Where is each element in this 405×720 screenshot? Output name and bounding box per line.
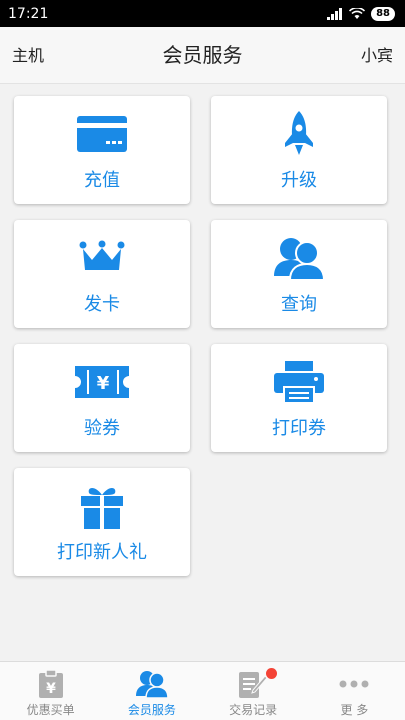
tile-print-coupon[interactable]: 打印券 [211, 344, 387, 452]
header-right-label[interactable]: 小宾 [361, 27, 393, 84]
tile-label: 打印券 [272, 418, 326, 439]
svg-text:¥: ¥ [46, 681, 56, 697]
tile-upgrade[interactable]: 升级 [211, 96, 387, 204]
battery-indicator: 88 [371, 6, 395, 21]
tab-transaction-records[interactable]: 交易记录 [203, 662, 304, 720]
page-title: 会员服务 [162, 43, 243, 67]
tab-discount-checkout[interactable]: ¥ 优惠买单 [0, 662, 101, 720]
signal-icon [327, 7, 343, 20]
tile-print-newcomer-gift[interactable]: 打印新人礼 [14, 468, 190, 576]
status-icons: 88 [327, 6, 395, 21]
tile-label: 升级 [281, 170, 317, 191]
tile-label: 打印新人礼 [57, 542, 147, 563]
card-icon [77, 116, 127, 152]
tile-query[interactable]: 查询 [211, 220, 387, 328]
wifi-icon [349, 7, 366, 19]
crown-icon [79, 240, 125, 270]
tile-label: 验券 [84, 418, 120, 439]
tile-verify-coupon[interactable]: ¥ 验券 [14, 344, 190, 452]
tile-issue-card[interactable]: 发卡 [14, 220, 190, 328]
tile-label: 查询 [281, 294, 317, 315]
tab-label: 交易记录 [229, 703, 278, 717]
edit-doc-icon [239, 672, 268, 698]
service-grid: 充值 升级 发卡 查询 ¥ 验券 打印券 打印新人礼 [0, 84, 405, 661]
receipt-icon: ¥ [38, 670, 63, 698]
header-bar: 主机 会员服务 小宾 [0, 27, 405, 84]
members-icon [135, 671, 168, 698]
bottom-tab-bar: ¥ 优惠买单 会员服务 交易记录 更 多 [0, 661, 405, 720]
svg-text:¥: ¥ [97, 373, 110, 394]
printer-icon [274, 361, 324, 403]
tile-recharge[interactable]: 充值 [14, 96, 190, 204]
tile-label: 充值 [84, 170, 120, 191]
tab-label: 会员服务 [127, 703, 176, 717]
tab-more[interactable]: 更 多 [304, 662, 405, 720]
more-icon [339, 680, 369, 688]
users-icon [274, 238, 324, 280]
status-time: 17:21 [8, 5, 49, 22]
gift-icon [81, 488, 123, 529]
tile-label: 发卡 [84, 294, 120, 315]
notification-dot [265, 668, 277, 679]
ticket-icon: ¥ [75, 366, 129, 398]
status-bar: 17:21 88 [0, 0, 405, 27]
rocket-icon [285, 111, 313, 155]
tab-label: 更 多 [340, 703, 369, 717]
tab-label: 优惠买单 [26, 703, 75, 717]
tab-member-service[interactable]: 会员服务 [101, 662, 202, 720]
